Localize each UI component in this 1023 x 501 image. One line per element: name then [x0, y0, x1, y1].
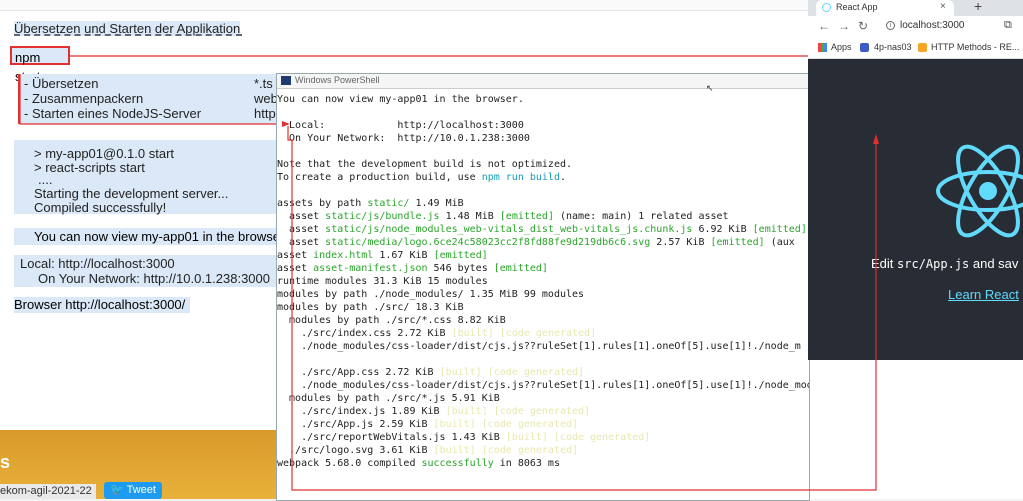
bookmark-icon — [918, 43, 927, 52]
terminal-line: ./src/logo.svg 3.61 KiB [built] [code ge… — [277, 445, 579, 456]
apps-grid-icon — [818, 43, 827, 52]
terminal-line: assets by path static/ 1.49 MiB — [277, 198, 464, 209]
nas-icon — [860, 43, 869, 52]
edit-instruction: Edit src/App.js and sav — [871, 256, 1019, 271]
react-favicon-icon — [822, 3, 831, 12]
network-url-line: On Your Network: http://10.0.1.238:3000 — [38, 271, 270, 286]
learn-react-link[interactable]: Learn React — [948, 287, 1019, 302]
terminal-line: ./src/index.js 1.89 KiB [built] [code ge… — [277, 406, 591, 417]
terminal-line: ./src/reportWebVitals.js 1.43 KiB [built… — [277, 432, 651, 443]
tweet-button[interactable]: 🐦 Tweet — [104, 482, 162, 499]
tweet-label: Tweet — [126, 484, 156, 496]
list-item: - Übersetzen — [24, 76, 99, 91]
terminal-line: asset index.html 1.67 KiB [emitted] — [277, 250, 488, 261]
bookmark-nas[interactable]: 4p-nas03 — [874, 42, 912, 52]
terminal-line: Note that the development build is not o… — [277, 159, 573, 170]
list-item: - Starten eines NodeJS-Server — [24, 106, 202, 121]
terminal-output[interactable]: You can now view my-app01 in the browser… — [277, 93, 809, 499]
tab-strip: React App × + — [808, 0, 1023, 16]
terminal-line: webpack 5.68.0 compiled successfully in … — [277, 458, 560, 469]
bookmarks-bar: Apps 4p-nas03 HTTP Methods - RE... — [808, 38, 1023, 59]
npm-start-command: npm start — [10, 46, 70, 84]
powershell-icon — [281, 76, 291, 85]
react-logo-icon — [936, 144, 1023, 238]
terminal-line: ./src/index.css 2.72 KiB [built] [code g… — [277, 328, 597, 339]
output-line: > my-app01@0.1.0 start — [34, 146, 175, 161]
console-output-block: > my-app01@0.1.0 start > react-scripts s… — [14, 140, 278, 215]
bookmark-http-methods[interactable]: HTTP Methods - RE... — [931, 42, 1019, 52]
list-item: - Zusammenpackern — [24, 91, 144, 106]
twitter-bird-icon: 🐦 — [110, 484, 124, 496]
terminal-line: asset asset-manifest.json 546 bytes [emi… — [277, 263, 548, 274]
close-tab-icon[interactable]: × — [940, 1, 946, 12]
browser-url-line: Browser http://localhost:3000/ — [14, 297, 190, 313]
navigation-bar: ← → ↻ i localhost:3000 ⧉ — [808, 16, 1023, 38]
terminal-line: ./src/App.css 2.72 KiB [built] [code gen… — [277, 367, 585, 378]
output-line: Starting the development server... — [34, 186, 229, 201]
list-item-ext: *.ts — [254, 76, 273, 91]
mouse-cursor-icon: ↖ — [706, 83, 714, 93]
powershell-title-bar[interactable]: Windows PowerShell — [277, 74, 809, 89]
terminal-line: On Your Network: http://10.0.1.238:3000 — [277, 133, 530, 144]
terminal-line: runtime modules 31.3 KiB 15 modules — [277, 276, 488, 287]
forward-icon[interactable]: → — [838, 19, 850, 33]
react-app-page: Edit src/App.js and sav Learn React — [808, 59, 1023, 360]
terminal-line: To create a production build, use npm ru… — [277, 172, 567, 183]
back-icon[interactable]: ← — [818, 19, 830, 33]
tab-title: React App — [836, 2, 878, 12]
terminal-line: modules by path ./src/*.css 8.82 KiB — [277, 315, 506, 326]
footer-letter: s — [0, 452, 11, 472]
terminal-line: asset static/js/bundle.js 1.48 MiB [emit… — [277, 211, 729, 222]
terminal-line: modules by path ./src/ 18.3 KiB — [277, 302, 464, 313]
address-bar[interactable]: localhost:3000 — [900, 20, 965, 31]
browser-window: React App × + ← → ↻ i localhost:3000 ⧉ A… — [808, 0, 1023, 360]
steps-list: - Übersetzen *.ts - Zusammenpackern web … — [18, 74, 282, 124]
terminal-line: asset static/media/logo.6ce24c58023cc2f8… — [277, 237, 795, 248]
document-top-bar — [0, 0, 808, 11]
footer-tag[interactable]: ekom-agil-2021-22 — [0, 484, 96, 499]
output-line: Compiled successfully! — [34, 200, 167, 215]
reload-icon[interactable]: ↻ — [858, 19, 868, 33]
app-file-code: src/App.js — [897, 257, 970, 271]
tab-react-app[interactable]: React App × — [816, 0, 954, 16]
list-item-ext: http — [254, 106, 276, 121]
terminal-line: modules by path ./src/*.js 5.91 KiB — [277, 393, 500, 404]
terminal-line: modules by path ./node_modules/ 1.35 MiB… — [277, 289, 585, 300]
network-info-block: Local: http://localhost:3000 On Your Net… — [14, 255, 280, 287]
output-line: .... — [38, 172, 53, 187]
list-item-ext: web — [254, 91, 278, 106]
terminal-line: ./node_modules/css-loader/dist/cjs.js??r… — [277, 341, 801, 352]
info-icon[interactable]: i — [886, 21, 895, 30]
terminal-line: You can now view my-app01 in the browser… — [277, 94, 524, 105]
bookmark-apps[interactable]: Apps — [831, 42, 852, 52]
window-title: Windows PowerShell — [295, 75, 380, 85]
local-url-line: Local: http://localhost:3000 — [20, 256, 175, 271]
powershell-window[interactable]: Windows PowerShell You can now view my-a… — [276, 73, 810, 501]
new-tab-button[interactable]: + — [974, 0, 982, 14]
terminal-line: ./node_modules/css-loader/dist/cjs.js??r… — [301, 380, 809, 391]
title-divider — [14, 34, 242, 36]
terminal-line: Local: http://localhost:3000 — [277, 120, 524, 131]
view-in-browser-line: You can now view my-app01 in the browse — [14, 228, 278, 245]
terminal-line: ./src/App.js 2.59 KiB [built] [code gene… — [277, 419, 579, 430]
terminal-line: asset static/js/node_modules_web-vitals_… — [277, 224, 807, 235]
extension-icon[interactable]: ⧉ — [1004, 19, 1012, 32]
